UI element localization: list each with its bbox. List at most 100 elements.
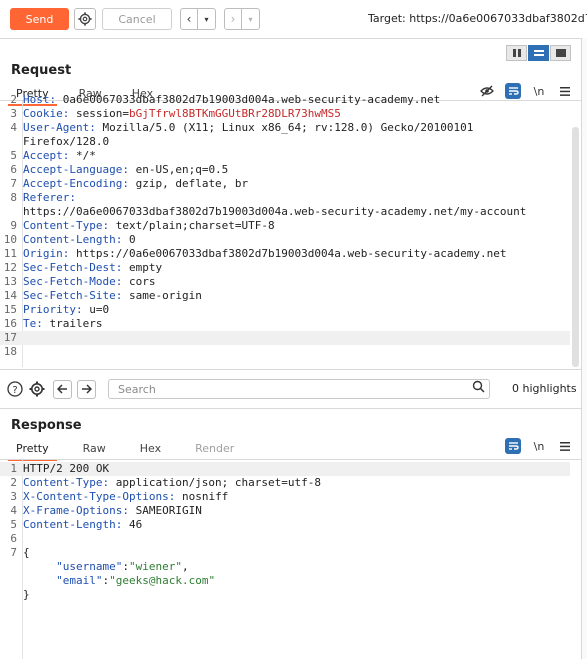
header-value: nosniff: [175, 490, 229, 503]
response-wrap-lines-button[interactable]: [505, 438, 521, 454]
rows-icon: [533, 50, 544, 56]
header-name: Origin:: [23, 247, 70, 260]
header-name: X-Content-Type-Options:: [23, 490, 176, 503]
line-text: Sec-Fetch-Dest: empty: [21, 261, 162, 275]
request-editor[interactable]: 2 Host: 0a6e0067033dbaf3802d7b19003d004a.…: [0, 93, 570, 361]
search-input[interactable]: [108, 379, 490, 399]
line-number: 7: [10, 546, 17, 559]
header-name: Sec-Fetch-Site:: [23, 289, 123, 302]
line-number: 12: [3, 261, 17, 274]
header-value: trailers: [42, 317, 103, 330]
line-text: Cookie: session=bGjTfrwl8BTKmGGUtBRr28DL…: [21, 107, 341, 121]
line-text: Origin: https://0a6e0067033dbaf3802d7b19…: [21, 247, 506, 261]
response-tab-hex[interactable]: Hex: [128, 441, 173, 459]
code-line: "email":"geeks@hack.com": [0, 574, 570, 588]
header-value: 46: [122, 518, 143, 531]
header-value: empty: [122, 261, 163, 274]
line-text: Accept-Encoding: gzip, deflate, br: [21, 177, 248, 191]
request-title: Request: [11, 63, 72, 78]
header-value: Mozilla/5.0 (X11; Linux x86_64; rv:128.0…: [95, 121, 474, 134]
layout-stacked-button[interactable]: [528, 45, 549, 61]
help-button[interactable]: ?: [5, 379, 25, 399]
header-name: User-Agent:: [23, 121, 96, 134]
back-button[interactable]: ‹: [180, 8, 198, 30]
line-text: [21, 532, 23, 546]
line-number: 16: [3, 317, 17, 330]
code-line: 9 Content-Type: text/plain;charset=UTF-8: [0, 219, 570, 233]
cancel-button[interactable]: Cancel: [102, 8, 172, 30]
line-number: [0, 205, 21, 219]
layout-side-by-side-button[interactable]: [506, 45, 527, 61]
code-line: Firefox/128.0: [0, 135, 570, 149]
help-icon: ?: [7, 381, 23, 397]
line-text: X-Content-Type-Options: nosniff: [21, 490, 228, 504]
search-icon: [472, 380, 485, 393]
response-tabs: Pretty Raw Hex Render: [4, 441, 246, 461]
line-number: 17: [3, 331, 17, 344]
line-text: Content-Type: application/json; charset=…: [21, 476, 321, 490]
request-scrollbar[interactable]: [572, 127, 579, 367]
code-line: https://0a6e0067033dbaf3802d7b19003d004a…: [0, 205, 570, 219]
header-name: Content-Length:: [23, 233, 123, 246]
search-prev-button[interactable]: [53, 379, 72, 399]
line-number: [0, 135, 21, 149]
forward-history-dropdown[interactable]: ▾: [242, 8, 260, 30]
line-number: 3: [10, 107, 17, 120]
header-value: cors: [122, 275, 156, 288]
code-line: 6: [0, 532, 570, 546]
header-value: {: [23, 546, 30, 559]
line-number: 6: [10, 163, 17, 176]
forward-button[interactable]: ›: [224, 8, 242, 30]
request-search-bar: ? 0 highlights: [0, 376, 581, 402]
gear-icon: [78, 12, 92, 26]
hamburger-icon: [560, 441, 570, 451]
response-menu-button[interactable]: [557, 438, 573, 454]
line-number: 4: [10, 504, 17, 517]
header-value: gzip, deflate, br: [128, 177, 249, 190]
header-name: Content-Type:: [23, 219, 110, 232]
history-nav-back: ‹ ▾: [180, 8, 216, 30]
repeater-window: Send Cancel ‹ ▾ › ▾ Target: https://0a6e…: [0, 0, 587, 659]
send-button[interactable]: Send: [10, 8, 69, 30]
line-text: "email":"geeks@hack.com": [56, 574, 216, 587]
header-name: Content-Type:: [23, 476, 110, 489]
settings-button[interactable]: [74, 8, 96, 30]
line-number: 6: [10, 532, 17, 545]
search-settings-button[interactable]: [27, 379, 47, 399]
line-number: [0, 560, 21, 574]
line-number: 3: [10, 490, 17, 503]
header-name: Content-Length:: [23, 518, 123, 531]
code-line: 2 Content-Type: application/json; charset…: [0, 476, 570, 490]
back-history-dropdown[interactable]: ▾: [198, 8, 216, 30]
wrap-icon: [508, 442, 519, 450]
response-tab-render[interactable]: Render: [183, 441, 246, 459]
code-line: 12 Sec-Fetch-Dest: empty: [0, 261, 570, 275]
svg-text:?: ?: [12, 385, 17, 396]
line-number: 2: [10, 476, 17, 489]
target-label[interactable]: Target: https://0a6e0067033dbaf3802d7b: [368, 12, 587, 25]
response-tab-pretty[interactable]: Pretty: [4, 441, 61, 461]
line-number: 5: [10, 518, 17, 531]
response-editor[interactable]: 1 HTTP/2 200 OK 2 Content-Type: application…: [0, 462, 570, 659]
line-number: 8: [10, 191, 17, 204]
columns-icon: [512, 49, 521, 57]
response-tab-raw[interactable]: Raw: [71, 441, 118, 459]
search-next-button[interactable]: [77, 379, 96, 399]
line-text: X-Frame-Options: SAMEORIGIN: [21, 504, 202, 518]
line-text: Content-Length: 0: [21, 233, 136, 247]
line-number: 1: [10, 462, 17, 475]
gear-icon: [29, 381, 45, 397]
header-name: Referer:: [23, 191, 76, 204]
line-number: 10: [3, 233, 17, 246]
code-line: 7 Accept-Encoding: gzip, deflate, br: [0, 177, 570, 191]
layout-tabs-button[interactable]: [550, 45, 571, 61]
chevron-down-icon: ▾: [204, 14, 209, 24]
json-value: "geeks@hack.com": [109, 574, 216, 587]
header-name: Sec-Fetch-Mode:: [23, 275, 123, 288]
response-show-newlines-button[interactable]: \n: [531, 438, 547, 454]
chevron-down-icon: ▾: [248, 14, 253, 24]
layout-toggles: [506, 45, 571, 61]
line-text: Priority: u=0: [21, 303, 109, 317]
line-text: [21, 345, 23, 359]
line-number: 14: [3, 289, 17, 302]
